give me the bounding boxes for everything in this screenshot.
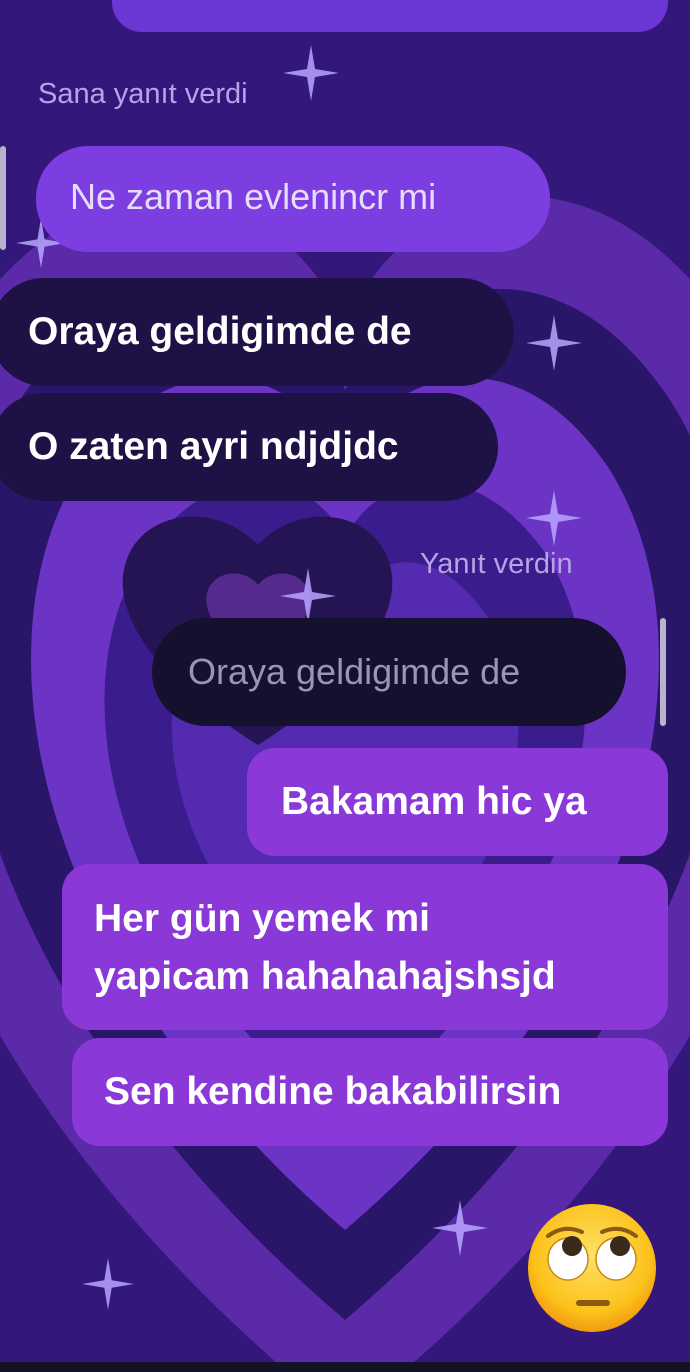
- sparkle-icon: [283, 45, 339, 101]
- outgoing-message-bubble[interactable]: Her gün yemek mi yapicam hahahahajshsjd: [62, 864, 668, 1030]
- quoted-message-text: Oraya geldigimde de: [188, 651, 521, 692]
- outgoing-message-text-line: yapicam hahahahajshsjd: [94, 955, 556, 998]
- scrollbar-left[interactable]: [0, 146, 6, 250]
- sparkle-icon: [526, 315, 582, 371]
- quoted-message-text: Ne zaman evlenincr mi: [70, 176, 437, 217]
- outgoing-message-text: Bakamam hic ya: [281, 780, 587, 823]
- bottom-bar: [0, 1362, 690, 1372]
- incoming-message-bubble[interactable]: O zaten ayri ndjdjdc: [0, 393, 498, 501]
- sparkle-icon: [526, 490, 582, 546]
- scrollbar-right[interactable]: [660, 618, 666, 726]
- top-bubble-edge: [112, 0, 668, 32]
- quoted-message-bubble[interactable]: Ne zaman evlenincr mi: [36, 146, 550, 252]
- incoming-message-text: O zaten ayri ndjdjdc: [28, 425, 399, 468]
- reply-label-outgoing: Yanıt verdin: [420, 548, 573, 580]
- sparkle-icon: [280, 568, 336, 624]
- outgoing-message-bubble[interactable]: Bakamam hic ya: [247, 748, 668, 856]
- outgoing-message-bubble[interactable]: Sen kendine bakabilirsin: [72, 1038, 668, 1146]
- outgoing-message-text: Sen kendine bakabilirsin: [104, 1070, 562, 1113]
- incoming-message-bubble[interactable]: Oraya geldigimde de: [0, 278, 514, 386]
- rolling-eyes-emoji-icon[interactable]: [526, 1202, 658, 1334]
- outgoing-message-text-line: Her gün yemek mi: [94, 897, 430, 940]
- reply-label-incoming: Sana yanıt verdi: [38, 78, 248, 110]
- quoted-message-bubble[interactable]: Oraya geldigimde de: [152, 618, 626, 726]
- sparkle-icon: [432, 1200, 488, 1256]
- incoming-message-text: Oraya geldigimde de: [28, 310, 412, 353]
- sparkle-icon: [82, 1258, 134, 1310]
